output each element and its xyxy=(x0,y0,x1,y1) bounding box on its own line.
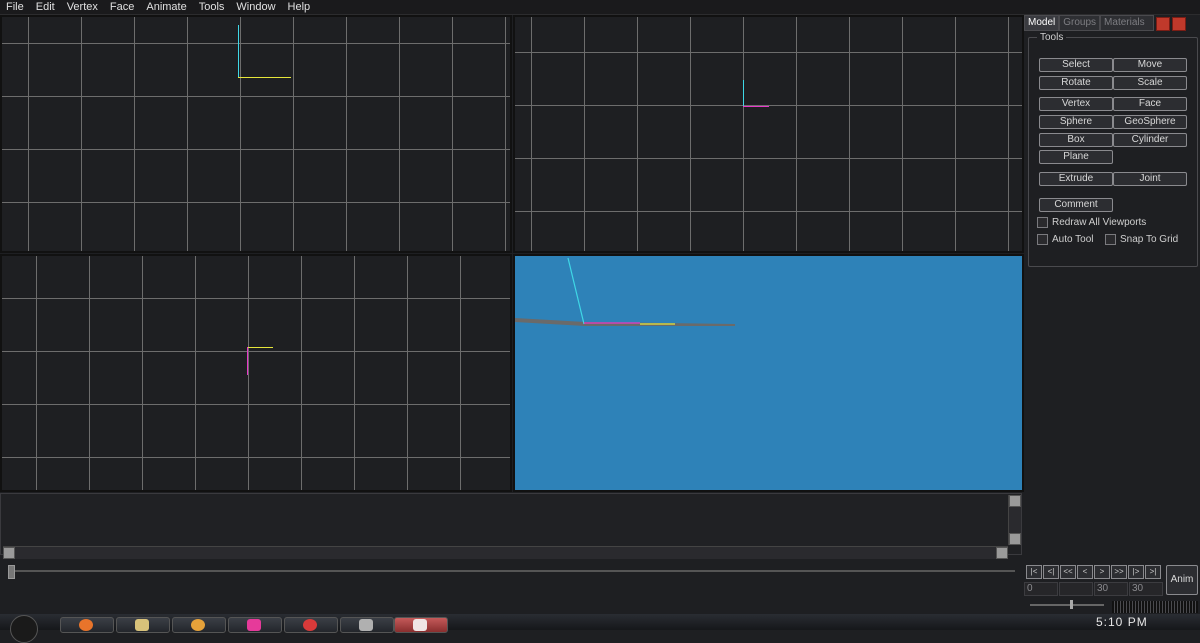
frame-total-field[interactable]: 30 xyxy=(1129,582,1163,596)
scroll-right-button[interactable] xyxy=(996,547,1008,559)
tab-model[interactable]: Model xyxy=(1024,15,1060,31)
checkbox-box[interactable] xyxy=(1037,234,1048,245)
taskbar-app-folder[interactable] xyxy=(116,617,170,633)
axis-x-line xyxy=(247,347,273,348)
box-button[interactable]: Box xyxy=(1039,133,1113,147)
rotate-button[interactable]: Rotate xyxy=(1039,76,1113,90)
face-button[interactable]: Face xyxy=(1113,97,1187,111)
checkbox-label: Auto Tool xyxy=(1052,234,1094,245)
cylinder-button[interactable]: Cylinder xyxy=(1113,133,1187,147)
menu-file[interactable]: File xyxy=(0,0,30,14)
prev-key-button[interactable]: <| xyxy=(1043,565,1059,579)
media-icon xyxy=(191,619,205,631)
taskbar-app-tool[interactable] xyxy=(340,617,394,633)
frame-end-field[interactable]: 30 xyxy=(1094,582,1128,596)
perspective-scene xyxy=(515,257,735,326)
keyframe-strip xyxy=(1112,601,1198,613)
log-vertical-scrollbar[interactable] xyxy=(1008,495,1021,545)
sphere-button[interactable]: Sphere xyxy=(1039,115,1113,129)
viewport-top-left[interactable] xyxy=(0,15,512,253)
axis-y-line xyxy=(567,257,585,325)
milkshape-icon xyxy=(413,619,427,631)
anim-button[interactable]: Anim xyxy=(1166,565,1198,595)
axis-z-line xyxy=(743,106,769,107)
snap-to-grid-checkbox[interactable]: Snap To Grid xyxy=(1105,234,1178,245)
ground-plane xyxy=(515,318,735,326)
tools-group: Tools Select Move Rotate Scale Vertex Fa… xyxy=(1028,32,1198,267)
checkbox-box[interactable] xyxy=(1037,217,1048,228)
vertex-button[interactable]: Vertex xyxy=(1039,97,1113,111)
scroll-down-button[interactable] xyxy=(1009,533,1021,545)
fps-slider-knob[interactable] xyxy=(1070,600,1073,609)
menu-vertex[interactable]: Vertex xyxy=(61,0,104,14)
viewport-bottom-left[interactable] xyxy=(0,254,512,492)
log-horizontal-scrollbar[interactable] xyxy=(3,546,1008,559)
tools-title: Tools xyxy=(1037,32,1067,43)
start-button[interactable] xyxy=(10,615,38,643)
joint-button[interactable]: Joint xyxy=(1113,172,1187,186)
timeline xyxy=(0,560,1022,580)
taskbar-app-firefox[interactable] xyxy=(60,617,114,633)
close-icon[interactable] xyxy=(1156,17,1171,31)
animation-controls: |< <| << < > >> |> >| 0 30 30 Anim xyxy=(1024,563,1200,613)
scale-button[interactable]: Scale xyxy=(1113,76,1187,90)
menu-animate[interactable]: Animate xyxy=(140,0,192,14)
taskbar: 5:10 PM xyxy=(0,614,1200,643)
fast-forward-button[interactable]: >> xyxy=(1111,565,1127,579)
menu-bar: File Edit Vertex Face Animate Tools Wind… xyxy=(0,0,1200,15)
taskbar-app-milkshape[interactable] xyxy=(394,617,448,633)
axis-y-line xyxy=(743,80,744,106)
plane-button[interactable]: Plane xyxy=(1039,150,1113,164)
folder-icon xyxy=(135,619,149,631)
taskbar-app-record[interactable] xyxy=(284,617,338,633)
move-button[interactable]: Move xyxy=(1113,58,1187,72)
geosphere-button[interactable]: GeoSphere xyxy=(1113,115,1187,129)
next-key-button[interactable]: |> xyxy=(1128,565,1144,579)
firefox-icon xyxy=(79,619,93,631)
select-button[interactable]: Select xyxy=(1039,58,1113,72)
prev-frame-button[interactable]: < xyxy=(1077,565,1093,579)
last-frame-button[interactable]: >| xyxy=(1145,565,1161,579)
panel-tabs: Model Groups Materials xyxy=(1024,15,1200,31)
auto-tool-checkbox[interactable]: Auto Tool xyxy=(1037,234,1094,245)
record-icon xyxy=(303,619,317,631)
menu-edit[interactable]: Edit xyxy=(30,0,61,14)
checkbox-box[interactable] xyxy=(1105,234,1116,245)
viewport-top-right[interactable] xyxy=(513,15,1024,253)
checkbox-label: Redraw All Viewports xyxy=(1052,217,1147,228)
fps-slider[interactable] xyxy=(1030,600,1104,609)
tab-materials[interactable]: Materials xyxy=(1100,15,1155,31)
model-panel: Model Groups Materials Tools Select Move… xyxy=(1024,15,1200,560)
frame-current-field[interactable] xyxy=(1059,582,1093,596)
axis-x-line xyxy=(238,77,291,78)
redraw-all-viewports-checkbox[interactable]: Redraw All Viewports xyxy=(1037,217,1146,228)
axis-z-line xyxy=(247,347,248,375)
close-icon[interactable] xyxy=(1172,17,1187,31)
extrude-button[interactable]: Extrude xyxy=(1039,172,1113,186)
menu-face[interactable]: Face xyxy=(104,0,140,14)
axis-y-line xyxy=(238,25,239,77)
first-frame-button[interactable]: |< xyxy=(1026,565,1042,579)
menu-tools[interactable]: Tools xyxy=(193,0,231,14)
system-clock: 5:10 PM xyxy=(1096,615,1148,629)
checkbox-label: Snap To Grid xyxy=(1120,234,1179,245)
scroll-left-button[interactable] xyxy=(3,547,15,559)
tool-icon xyxy=(359,619,373,631)
scroll-up-button[interactable] xyxy=(1009,495,1021,507)
paint-icon xyxy=(247,619,261,631)
viewport-3d-perspective[interactable] xyxy=(513,254,1024,492)
menu-window[interactable]: Window xyxy=(230,0,281,14)
taskbar-app-media[interactable] xyxy=(172,617,226,633)
frame-start-field[interactable]: 0 xyxy=(1024,582,1058,596)
menu-help[interactable]: Help xyxy=(282,0,317,14)
taskbar-app-paint[interactable] xyxy=(228,617,282,633)
tab-groups[interactable]: Groups xyxy=(1059,15,1101,31)
comment-button[interactable]: Comment xyxy=(1039,198,1113,212)
play-button[interactable]: > xyxy=(1094,565,1110,579)
rewind-button[interactable]: << xyxy=(1060,565,1076,579)
timeline-track[interactable] xyxy=(10,570,1015,572)
timeline-handle[interactable] xyxy=(8,565,15,579)
